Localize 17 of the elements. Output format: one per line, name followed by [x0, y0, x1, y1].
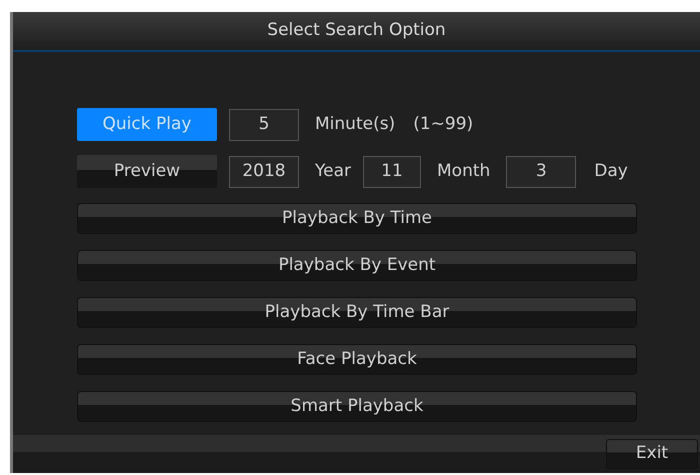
number-field[interactable]: 3: [506, 156, 576, 188]
playback-option-button[interactable]: Face Playback: [77, 344, 637, 375]
number-field[interactable]: 2018: [229, 156, 299, 188]
playback-option-button[interactable]: Playback By Time: [77, 203, 637, 234]
field-label: Month: [437, 160, 490, 183]
field-label: Minute(s): [315, 112, 396, 136]
playback-option-button[interactable]: Playback By Event: [77, 250, 637, 281]
field-label: (1~99): [413, 112, 474, 136]
playback-option-button[interactable]: Playback By Time Bar: [77, 297, 637, 328]
number-field[interactable]: 11: [363, 156, 421, 188]
mode-button[interactable]: Preview: [77, 155, 217, 188]
field-label: Day: [594, 160, 628, 183]
field-label: Year: [315, 160, 351, 183]
exit-button[interactable]: Exit: [606, 439, 698, 469]
number-field[interactable]: 5: [229, 108, 299, 140]
playback-option-button[interactable]: Smart Playback: [77, 391, 637, 422]
window-title: Select Search Option: [267, 19, 446, 42]
